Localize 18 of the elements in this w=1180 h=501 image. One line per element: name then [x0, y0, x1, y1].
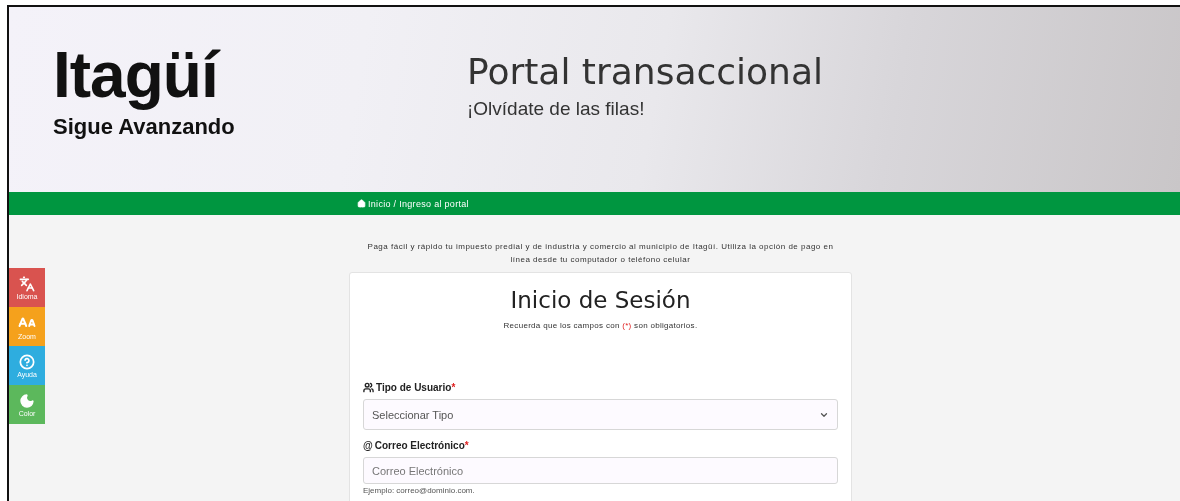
required-note: Recuerda que los campos con (*) son obligatorios. [502, 321, 699, 330]
intro-text: Paga fácil y rápido tu impuesto predial y de industria y comercio al municipio de Itagüí. Utiliza la opción de pago en línea desde tu computador o teléfono celular [366, 241, 835, 266]
breadcrumb-link[interactable]: Inicio / Ingreso al portal [368, 198, 469, 209]
translate-icon [19, 275, 35, 292]
field-hint: Ejemplo: correo@dominio.com. [363, 486, 476, 495]
users-icon [363, 382, 374, 393]
at-sign: @ [363, 440, 373, 451]
help-icon [19, 353, 35, 370]
field-label: Tipo de Usuario* [376, 382, 456, 393]
field-label: Correo Electrónico* [374, 440, 469, 451]
logo-tagline: Sigue Avanzando [53, 113, 235, 140]
user-type-select[interactable]: Seleccionar Tipo [363, 399, 838, 430]
email-input[interactable]: Correo Electrónico [363, 457, 838, 484]
moon-icon [19, 392, 35, 409]
home-icon [357, 199, 366, 208]
portal-subtitle: ¡Olvídate de las filas! [467, 98, 646, 120]
portal-title: Portal transaccional [467, 51, 823, 92]
login-title: Inicio de Sesión [509, 287, 692, 313]
